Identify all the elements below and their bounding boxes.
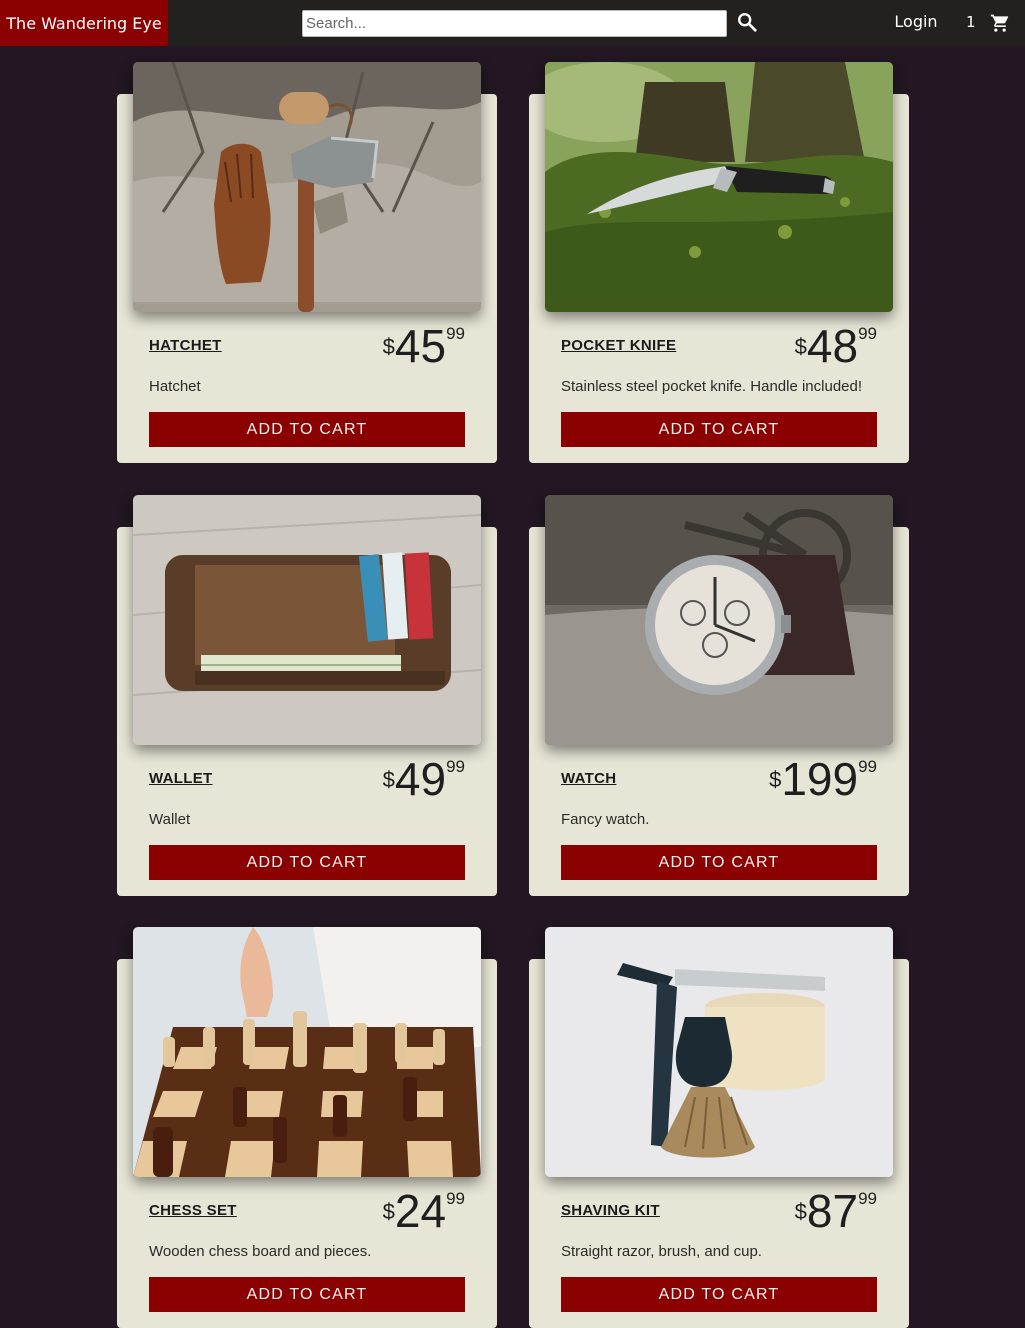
product-card-watch: WATCH $ 199 99 Fancy watch. ADD TO CART	[529, 495, 909, 896]
price-currency: $	[794, 334, 807, 359]
hatchet-photo[interactable]	[133, 62, 481, 312]
product-card-shaving-kit: SHAVING KIT $ 87 99 Straight razor, brus…	[529, 927, 909, 1328]
product-name[interactable]: HATCHET	[149, 337, 222, 354]
price-dollars: 48	[806, 320, 859, 372]
product-name[interactable]: SHAVING KIT	[561, 1202, 660, 1219]
search-input[interactable]	[302, 10, 727, 37]
add-to-cart-button[interactable]: ADD TO CART	[561, 845, 877, 880]
price-cents: 99	[858, 324, 877, 343]
product-price: $ 49 99	[383, 753, 465, 805]
pocket-knife-photo[interactable]	[545, 62, 893, 312]
price-dollars: 87	[806, 1185, 859, 1237]
price-cents: 99	[858, 1189, 877, 1208]
price-cents: 99	[446, 324, 465, 343]
search-button[interactable]	[734, 10, 760, 36]
product-name[interactable]: WATCH	[561, 770, 616, 787]
product-description: Stainless steel pocket knife. Handle inc…	[561, 378, 863, 395]
product-price: $ 48 99	[795, 320, 877, 372]
top-navbar: The Wandering Eye Login 1	[0, 0, 1025, 46]
add-to-cart-button[interactable]: ADD TO CART	[149, 1277, 465, 1312]
product-name[interactable]: POCKET KNIFE	[561, 337, 676, 354]
product-price: $ 87 99	[795, 1185, 877, 1237]
price-dollars: 199	[781, 753, 859, 805]
wallet-photo[interactable]	[133, 495, 481, 745]
price-currency: $	[382, 334, 395, 359]
add-to-cart-button[interactable]: ADD TO CART	[149, 845, 465, 880]
price-dollars: 24	[394, 1185, 447, 1237]
price-currency: $	[769, 767, 782, 792]
product-card-chess-set: CHESS SET $ 24 99 Wooden chess board and…	[117, 927, 497, 1328]
price-cents: 99	[446, 757, 465, 776]
add-to-cart-button[interactable]: ADD TO CART	[561, 412, 877, 447]
chess-set-photo[interactable]	[133, 927, 481, 1177]
product-description: Straight razor, brush, and cup.	[561, 1243, 762, 1260]
product-name[interactable]: WALLET	[149, 770, 212, 787]
price-currency: $	[382, 767, 395, 792]
add-to-cart-button[interactable]: ADD TO CART	[561, 1277, 877, 1312]
product-description: Fancy watch.	[561, 811, 650, 828]
product-description: Hatchet	[149, 378, 201, 395]
shaving-kit-photo[interactable]	[545, 927, 893, 1177]
price-currency: $	[382, 1199, 395, 1224]
price-cents: 99	[446, 1189, 465, 1208]
product-price: $ 45 99	[383, 320, 465, 372]
add-to-cart-button[interactable]: ADD TO CART	[149, 412, 465, 447]
price-dollars: 49	[394, 753, 447, 805]
product-price: $ 199 99	[769, 753, 877, 805]
price-dollars: 45	[394, 320, 447, 372]
product-name[interactable]: CHESS SET	[149, 1202, 237, 1219]
login-link[interactable]: Login	[880, 12, 952, 34]
product-price: $ 24 99	[383, 1185, 465, 1237]
product-description: Wallet	[149, 811, 191, 828]
search-icon	[738, 12, 757, 32]
product-grid: HATCHET $ 45 99 Hatchet ADD TO CART POCK…	[0, 46, 1025, 1328]
product-card-pocket-knife: POCKET KNIFE $ 48 99 Stainless steel poc…	[529, 62, 909, 463]
product-description: Wooden chess board and pieces.	[149, 1243, 372, 1260]
price-cents: 99	[858, 757, 877, 776]
product-card-hatchet: HATCHET $ 45 99 Hatchet ADD TO CART	[117, 62, 497, 463]
product-card-wallet: WALLET $ 49 99 Wallet ADD TO CART	[117, 495, 497, 896]
brand-logo[interactable]: The Wandering Eye	[0, 0, 168, 46]
cart-count: 1	[966, 13, 976, 31]
cart-icon[interactable]	[990, 13, 1010, 33]
price-currency: $	[794, 1199, 807, 1224]
watch-photo[interactable]	[545, 495, 893, 745]
